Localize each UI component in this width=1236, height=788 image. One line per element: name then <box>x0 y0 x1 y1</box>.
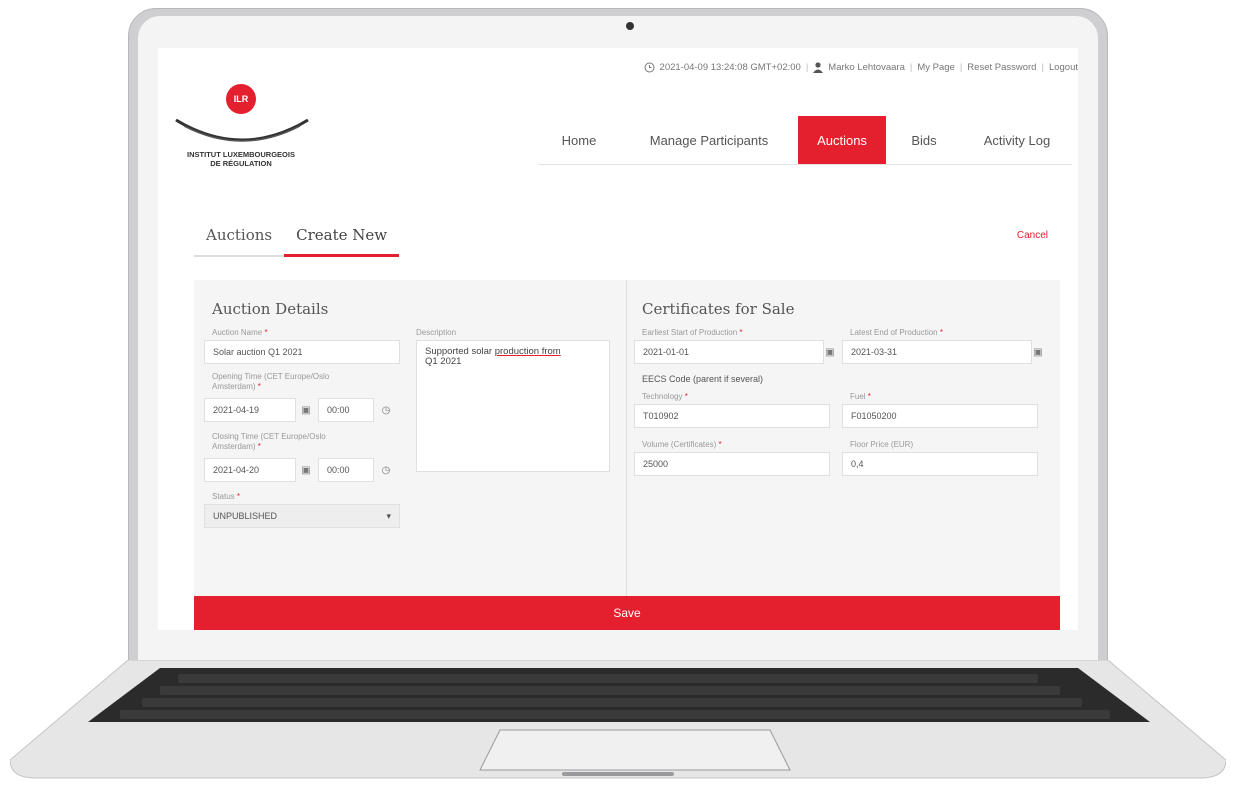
cancel-link[interactable]: Cancel <box>1017 230 1048 241</box>
ilr-logo[interactable]: ILR INSTITUT LUXEMBOURGEOIS DE RÉGULATIO… <box>166 70 336 180</box>
opening-time-input[interactable]: 00:00 <box>318 398 374 422</box>
tab-create-new[interactable]: Create New <box>284 220 400 257</box>
laptop-keyboard-base <box>10 660 1226 779</box>
eecs-code-heading: EECS Code (parent if several) <box>642 374 764 384</box>
clock-icon <box>644 62 655 73</box>
description-spellcheck-text: production from <box>494 346 561 357</box>
closing-time-label: Closing Time (CET Europe/Oslo Amsterdam) … <box>212 432 326 451</box>
server-time: 2021-04-09 13:24:08 GMT+02:00 <box>659 62 801 73</box>
opening-time-label: Opening Time (CET Europe/Oslo Amsterdam) … <box>212 372 330 391</box>
top-bar: 2021-04-09 13:24:08 GMT+02:00 | Marko Le… <box>644 62 1078 73</box>
my-page-link[interactable]: My Page <box>917 62 955 73</box>
latest-end-label: Latest End of Production * <box>850 328 943 337</box>
save-button[interactable]: Save <box>194 596 1060 630</box>
create-auction-form: Auction Details Auction Name * Solar auc… <box>194 280 1060 600</box>
nav-auctions[interactable]: Auctions <box>798 116 886 164</box>
tab-auctions[interactable]: Auctions <box>194 220 285 257</box>
technology-input[interactable]: T010902 <box>634 404 830 428</box>
status-label: Status * <box>212 492 241 501</box>
technology-label: Technology * <box>642 392 688 401</box>
user-icon <box>813 62 824 73</box>
app-screen: ILR INSTITUT LUXEMBOURGEOIS DE RÉGULATIO… <box>158 48 1078 630</box>
nav-manage-participants[interactable]: Manage Participants <box>620 116 798 164</box>
auction-details-heading: Auction Details <box>212 300 329 318</box>
volume-label: Volume (Certificates) * <box>642 440 722 449</box>
nav-home[interactable]: Home <box>538 116 620 164</box>
reset-password-link[interactable]: Reset Password <box>967 62 1036 73</box>
auction-name-label: Auction Name * <box>212 328 268 337</box>
nav-bids[interactable]: Bids <box>886 116 962 164</box>
logo-line-2: DE RÉGULATION <box>210 159 272 168</box>
status-value: UNPUBLISHED <box>213 511 278 521</box>
column-divider <box>626 280 627 600</box>
closing-date-input[interactable]: 2021-04-20 <box>204 458 296 482</box>
logo-line-1: INSTITUT LUXEMBOURGEOIS <box>187 150 295 159</box>
latest-end-input[interactable]: 2021-03-31 <box>842 340 1032 364</box>
clock-icon[interactable]: ◷ <box>376 460 396 480</box>
calendar-icon[interactable]: ▣ <box>296 460 316 480</box>
dropdown-arrow-icon: ▾ <box>386 510 391 521</box>
separator: | <box>959 62 963 73</box>
separator: | <box>909 62 913 73</box>
earliest-start-label: Earliest Start of Production * <box>642 328 743 337</box>
closing-time-input[interactable]: 00:00 <box>318 458 374 482</box>
clock-icon[interactable]: ◷ <box>376 400 396 420</box>
volume-input[interactable]: 25000 <box>634 452 830 476</box>
calendar-icon[interactable]: ▣ <box>1028 342 1048 362</box>
auction-name-input[interactable]: Solar auction Q1 2021 <box>204 340 400 364</box>
separator: | <box>805 62 809 73</box>
camera-icon <box>626 22 634 30</box>
user-name-link[interactable]: Marko Lehtovaara <box>828 62 905 73</box>
description-textarea[interactable]: Supported solar production from Q1 2021 <box>416 340 610 472</box>
floor-price-label: Floor Price (EUR) <box>850 440 914 449</box>
logout-link[interactable]: Logout <box>1049 62 1078 73</box>
description-label: Description <box>416 328 457 337</box>
logo-text: INSTITUT LUXEMBOURGEOIS DE RÉGULATION <box>166 150 316 168</box>
logo-arc-icon <box>175 118 309 142</box>
description-text-line-2: Q1 2021 <box>425 356 462 367</box>
fuel-input[interactable]: F01050200 <box>842 404 1038 428</box>
floor-price-input[interactable]: 0,4 <box>842 452 1038 476</box>
main-nav: Home Manage Participants Auctions Bids A… <box>538 116 1072 165</box>
calendar-icon[interactable]: ▣ <box>296 400 316 420</box>
certificates-heading: Certificates for Sale <box>642 300 795 318</box>
status-select[interactable]: UNPUBLISHED ▾ <box>204 504 400 528</box>
opening-date-input[interactable]: 2021-04-19 <box>204 398 296 422</box>
separator: | <box>1041 62 1044 73</box>
nav-activity-log[interactable]: Activity Log <box>962 116 1072 164</box>
fuel-label: Fuel * <box>850 392 871 401</box>
calendar-icon[interactable]: ▣ <box>820 342 840 362</box>
auction-subtabs: Auctions Create New <box>194 220 400 257</box>
earliest-start-input[interactable]: 2021-01-01 <box>634 340 824 364</box>
